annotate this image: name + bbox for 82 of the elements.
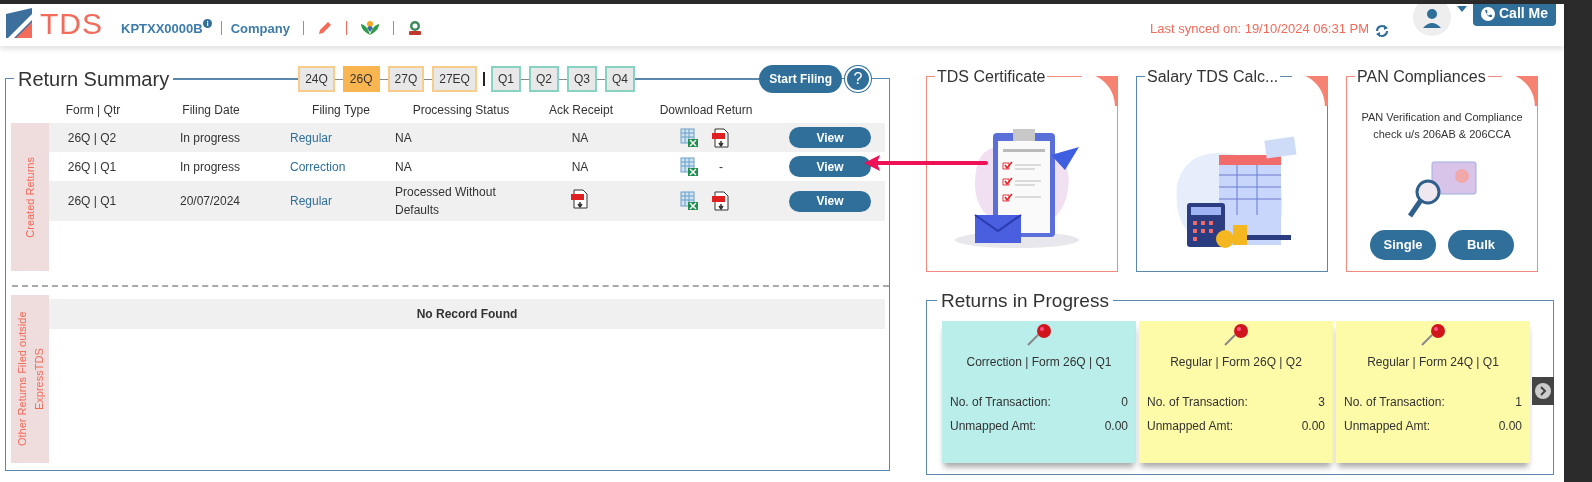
field-label: No. of Transaction: [1344, 394, 1445, 411]
field-label: Unmapped Amt: [1344, 418, 1431, 435]
quarter-tab[interactable]: Q2 [528, 66, 559, 92]
field-label: Unmapped Amt: [1147, 418, 1234, 435]
pan-option-button[interactable]: Bulk [1448, 230, 1514, 260]
field-label: No. of Transaction: [1147, 394, 1248, 411]
table-cell-text: NA [395, 158, 413, 176]
form-tab[interactable]: 27EQ [432, 66, 477, 92]
table-cell-text: NA [395, 129, 413, 147]
column-header: Download Return [658, 102, 754, 119]
form-tab[interactable]: 27Q [387, 66, 425, 92]
column-header: Form | Qtr [64, 102, 122, 119]
pdf-file-icon[interactable] [570, 188, 590, 209]
table-cell-text: 26Q | Q1 [66, 193, 118, 210]
card-description: PAN Verification and Compliance check u/s 206AB & 206CCA [1360, 110, 1524, 142]
table-cell-text: 26Q | Q2 [66, 129, 118, 147]
field-value: 0.00 [1498, 418, 1522, 435]
view-button[interactable]: View [789, 156, 871, 177]
call-me-button[interactable]: Call Me [1473, 4, 1556, 26]
table-cell-text: In progress [179, 158, 241, 176]
return-card[interactable]: Regular | Form 24Q | Q1 No. of Transaction: 1 Unmapped Amt: 0.00 [1336, 321, 1530, 463]
logo-text: TDS [40, 10, 103, 38]
column-header: Filing Date [181, 102, 241, 119]
entity-type-link[interactable]: Company [230, 18, 290, 38]
table-cell-text: NA [570, 158, 590, 176]
excel-file-icon[interactable] [679, 156, 699, 177]
field-value: 0.00 [1104, 418, 1128, 435]
pencil-icon[interactable] [316, 20, 333, 37]
table-cell-text: Processed Without Defaults [395, 184, 497, 219]
next-button[interactable] [1532, 377, 1554, 405]
caret-icon[interactable] [1457, 6, 1467, 12]
return-card[interactable]: Regular | Form 26Q | Q2 No. of Transaction: 3 Unmapped Amt: 0.00 [1139, 321, 1333, 463]
emblem-icon[interactable] [406, 20, 423, 37]
pushpin-icon [1223, 323, 1249, 347]
section-label: Other Returns Filed outside ExpressTDS [14, 310, 46, 449]
excel-file-icon[interactable] [679, 191, 699, 211]
quarter-tab[interactable]: Q3 [566, 66, 597, 92]
field-label: Unmapped Amt: [950, 418, 1037, 435]
card-title: Regular | Form 24Q | Q1 [1366, 354, 1500, 371]
field-value: 3 [1318, 394, 1325, 411]
section-label: Created Returns [22, 156, 37, 238]
phone-icon [1481, 6, 1495, 21]
form-tab[interactable]: 26Q [342, 66, 380, 92]
pdf-file-icon[interactable] [711, 191, 731, 211]
user-avatar[interactable] [1413, 4, 1451, 36]
table-cell-text: 20/07/2024 [178, 193, 242, 210]
column-header: Processing Status [411, 102, 511, 119]
pushpin-icon [1420, 323, 1446, 347]
column-header: Ack Receipt [548, 102, 614, 119]
table-cell-text: In progress [179, 129, 241, 147]
filing-type-link[interactable]: Correction [285, 157, 395, 176]
pushpin-icon [1026, 323, 1052, 347]
pdf-file-icon[interactable] [711, 127, 731, 148]
pan-option-button[interactable]: Single [1370, 230, 1436, 260]
help-button[interactable]: ? [845, 66, 871, 92]
card-title: Correction | Form 26Q | Q1 [965, 354, 1113, 371]
refresh-icon[interactable] [1375, 24, 1389, 38]
chevron-right-icon [1535, 383, 1551, 399]
column-header: Filing Type [311, 102, 371, 119]
table-cell-text: - [718, 158, 724, 176]
excel-file-icon[interactable] [679, 127, 699, 148]
leaf-logo-icon[interactable] [359, 20, 380, 37]
card-title: Regular | Form 26Q | Q2 [1169, 354, 1303, 371]
start-filing-button[interactable]: Start Filing [759, 65, 842, 93]
field-label: No. of Transaction: [950, 394, 1051, 411]
filing-type-link[interactable]: Regular [285, 128, 395, 147]
quarter-tab[interactable]: Q4 [604, 66, 635, 92]
quarter-tab[interactable]: Q1 [490, 66, 521, 92]
info-icon [202, 18, 212, 28]
field-value: 0 [1121, 394, 1128, 411]
view-button[interactable]: View [789, 127, 871, 148]
table-cell-text: 26Q | Q1 [66, 158, 118, 176]
table-cell-text: NA [570, 129, 590, 147]
empty-message: No Record Found [49, 299, 885, 329]
last-synced-text: Last synced on: 19/10/2024 06:31 PM [1150, 19, 1369, 38]
field-value: 0.00 [1301, 418, 1325, 435]
view-button[interactable]: View [789, 190, 871, 212]
return-card[interactable]: Correction | Form 26Q | Q1 No. of Transaction: 0 Unmapped Amt: 0.00 [942, 321, 1136, 463]
field-value: 1 [1515, 394, 1522, 411]
tan-number: KPTXX0000B [121, 19, 203, 38]
form-tab[interactable]: 24Q [298, 66, 335, 92]
filing-type-link[interactable]: Regular [285, 192, 395, 210]
